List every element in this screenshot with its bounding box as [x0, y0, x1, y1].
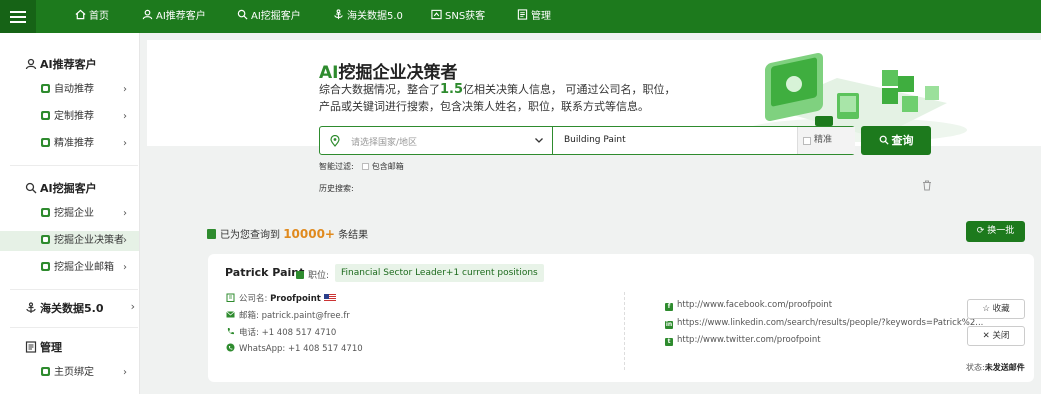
link-icon: [41, 367, 50, 376]
anchor-icon: [334, 9, 343, 20]
search-divider: [552, 127, 553, 154]
refresh-batch-button[interactable]: ⟳ 换一批: [966, 221, 1025, 242]
chevron-right-icon: ›: [123, 84, 127, 95]
sidebar-item-mine-decision-maker[interactable]: 挖掘企业决策者 ›: [0, 231, 139, 251]
chevron-right-icon: ›: [123, 111, 127, 122]
search-history: 历史搜索:: [319, 184, 354, 193]
facebook-link[interactable]: f http://www.facebook.com/proofpoint: [665, 300, 832, 311]
exact-match-toggle[interactable]: 精准: [797, 127, 855, 154]
nav-manage[interactable]: 管理: [517, 0, 551, 33]
smart-filter: 智能过滤: 包含邮箱: [319, 162, 404, 171]
document-icon: [207, 229, 216, 239]
search-bar: 请选择国家/地区 Building Paint 精准: [319, 126, 855, 155]
home-icon: [75, 9, 86, 20]
include-email-checkbox[interactable]: [361, 163, 369, 170]
chevron-down-icon[interactable]: [533, 134, 545, 146]
top-nav-bar: 首页 AI推荐客户 AI挖掘客户 海关数据5.0 SNS获客 管理: [0, 0, 1041, 33]
result-count: 已为您查询到 10000+ 条结果: [207, 226, 368, 241]
nav-ai-mine[interactable]: AI挖掘客户: [237, 0, 301, 33]
sidebar-item-mine-email[interactable]: 挖掘企业邮箱 ›: [0, 258, 139, 278]
twitter-link[interactable]: t http://www.twitter.com/proofpoint: [665, 335, 821, 346]
position-tag: Financial Sector Leader+1 current positi…: [335, 264, 544, 282]
exact-match-checkbox[interactable]: [803, 137, 811, 145]
nav-sns[interactable]: SNS获客: [431, 0, 485, 33]
linkedin-icon: in: [665, 321, 673, 329]
sidebar-item-precise-recommend[interactable]: 精准推荐 ›: [0, 134, 139, 154]
whatsapp-row: WhatsApp: +1 408 517 4710: [226, 343, 363, 354]
whatsapp-icon: [226, 343, 235, 352]
email-status: 状态:未发送邮件: [966, 363, 1025, 372]
chevron-right-icon: ›: [123, 367, 127, 378]
refresh-icon: ⟳: [976, 226, 988, 236]
star-icon: ☆: [982, 304, 993, 314]
close-button[interactable]: ✕ 关闭: [967, 326, 1025, 346]
sidebar-divider: [10, 289, 138, 290]
company-row: 公司名: Proofpoint: [226, 292, 336, 304]
chevron-right-icon: ›: [123, 262, 127, 273]
favorite-button[interactable]: ☆ 收藏: [967, 299, 1025, 319]
chevron-right-icon: ›: [123, 235, 127, 246]
target-icon: [41, 138, 50, 147]
linkedin-link[interactable]: in https://www.linkedin.com/search/result…: [665, 318, 983, 329]
nav-customs[interactable]: 海关数据5.0: [333, 0, 403, 33]
search-icon: [25, 182, 37, 194]
sidebar-item-mine-company[interactable]: 挖掘企业 ›: [0, 204, 139, 224]
mail-icon: [226, 311, 235, 318]
search-icon: [879, 135, 889, 145]
keyword-input[interactable]: Building Paint: [564, 135, 626, 145]
phone-row: 电话: +1 408 517 4710: [226, 326, 336, 338]
chevron-right-icon: ›: [123, 138, 127, 149]
email-icon: [41, 262, 50, 271]
user-icon: [142, 9, 153, 20]
search-icon: [237, 9, 248, 20]
sidebar-section-manage[interactable]: 管理: [25, 339, 62, 355]
sidebar-section-ai-mine[interactable]: AI挖掘客户: [25, 180, 97, 196]
position-label: 职位:: [296, 268, 329, 281]
facebook-icon: f: [665, 303, 673, 311]
location-pin-icon: [330, 135, 340, 147]
custom-icon: [41, 111, 50, 120]
sidebar-item-custom-recommend[interactable]: 定制推荐 ›: [0, 107, 139, 127]
person-name[interactable]: Patrick Paint: [225, 266, 304, 279]
chevron-right-icon: ›: [130, 300, 135, 313]
search-button[interactable]: 查询: [861, 126, 931, 155]
nav-home[interactable]: 首页: [75, 0, 109, 33]
sidebar-divider: [10, 327, 138, 328]
anchor-icon: [26, 302, 36, 313]
position-icon: [296, 271, 304, 279]
twitter-icon: t: [665, 338, 673, 346]
page-title: AI挖掘企业决策者: [319, 63, 458, 83]
nav-ai-recommend[interactable]: AI推荐客户: [142, 0, 206, 33]
phone-icon: [227, 328, 234, 335]
manage-icon: [25, 341, 37, 353]
decision-maker-icon: [41, 235, 50, 244]
sidebar-item-homepage-binding[interactable]: 主页绑定 ›: [0, 363, 139, 383]
share-icon: [431, 9, 442, 20]
sidebar-divider: [10, 165, 138, 166]
us-flag-icon: [323, 294, 336, 302]
trash-icon[interactable]: [922, 180, 932, 191]
user-icon: [25, 58, 37, 70]
region-select[interactable]: 请选择国家/地区: [351, 135, 417, 148]
chevron-right-icon: ›: [123, 208, 127, 219]
building-icon: [226, 293, 235, 302]
page-description: 综合大数据情况，整合了1.5亿相关决策人信息， 可通过公司名，职位，产品或关键词…: [319, 82, 676, 113]
manage-icon: [517, 9, 528, 20]
hamburger-menu-icon[interactable]: [0, 0, 36, 33]
sidebar-item-auto-recommend[interactable]: 自动推荐 ›: [0, 80, 139, 100]
company-icon: [41, 208, 50, 217]
sidebar-section-customs[interactable]: 海关数据5.0 ›: [25, 300, 135, 316]
card-divider: [624, 292, 625, 370]
close-icon: ✕: [982, 331, 993, 341]
sidebar-section-ai-recommend[interactable]: AI推荐客户: [25, 56, 97, 72]
auto-icon: [41, 84, 50, 93]
email-row: 邮箱: patrick.paint@free.fr: [226, 309, 350, 321]
